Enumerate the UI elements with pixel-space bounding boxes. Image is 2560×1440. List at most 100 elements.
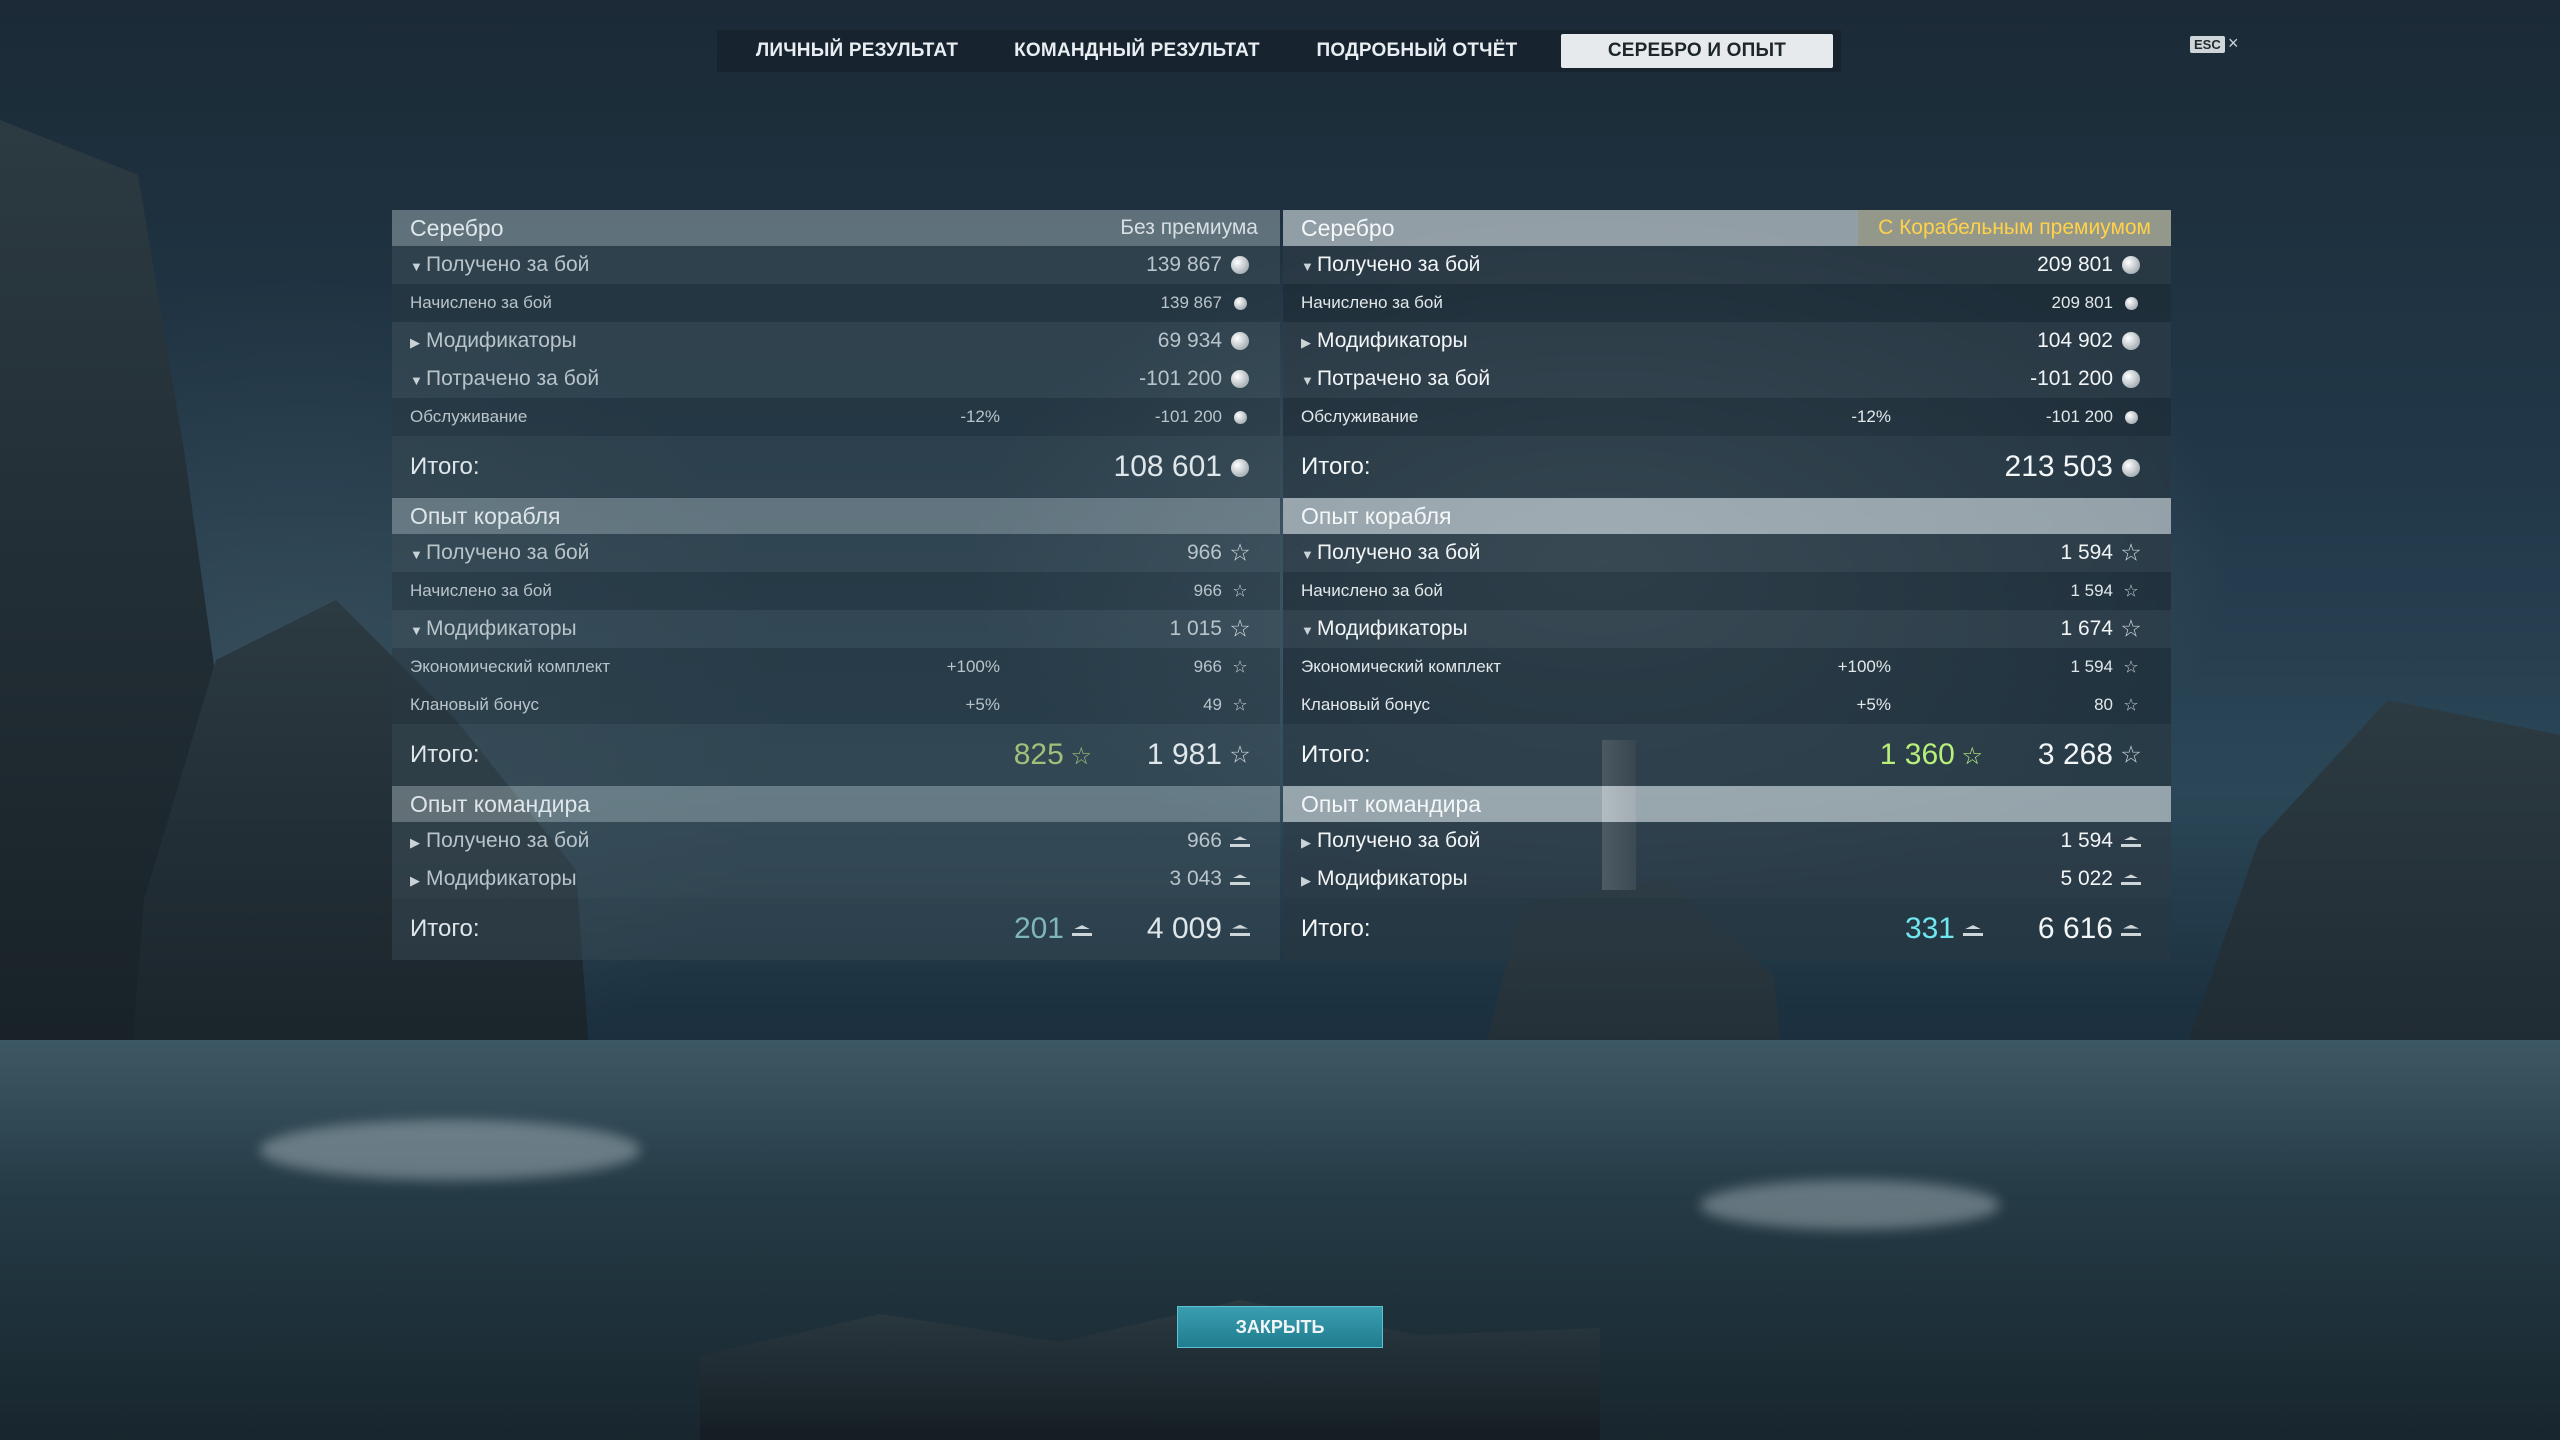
row-silver-total: Итого: 213 503 [1283,436,2171,498]
row-cmdrxp-received[interactable]: ▶ Получено за бой 966 [392,822,1280,860]
commander-cap-icon [1226,822,1254,860]
row-cmdrxp-received[interactable]: ▶ Получено за бой 1 594 [1283,822,2171,860]
total-label: Итого: [410,453,480,480]
silver-coin-icon [1226,436,1254,498]
row-silver-modifiers[interactable]: ▶ Модификаторы 104 902 [1283,322,2171,360]
silver-coin-icon [2117,284,2145,322]
row-shipxp-total: Итого: 825 ☆ 1 981 ☆ [392,724,1280,786]
row-label: Модификаторы [426,329,577,352]
chevron-down-icon: ▼ [1301,373,1314,388]
foam [1700,1180,2000,1230]
section-title: Опыт корабля [1301,503,1452,529]
star-icon: ☆ [1229,539,1251,567]
silver-coin-icon [2117,436,2145,498]
total-value: 3 268 [2037,738,2113,771]
section-title: Опыт командира [1301,791,1482,817]
tab-silver-and-xp[interactable]: СЕРЕБРО И ОПЫТ [1561,34,1833,68]
row-percent: +100% [1837,657,1891,676]
row-value: 5 022 [2060,867,2113,890]
section-header-ship-xp: Опыт корабля [1283,498,2171,534]
chevron-right-icon: ▶ [1301,335,1311,350]
free-xp-star-icon: ☆ [1954,743,1983,770]
row-value: 1 594 [2060,541,2113,564]
row-shipxp-modifiers[interactable]: ▼ Модификаторы 1 015 ☆ [392,610,1280,648]
tab-personal-result[interactable]: ЛИЧНЫЙ РЕЗУЛЬТАТ [717,30,997,72]
close-button[interactable]: ЗАКРЫТЬ [1177,1306,1383,1348]
chevron-right-icon: ▶ [1301,835,1311,850]
silver-coin-icon [1226,398,1254,436]
row-value: 1 594 [2070,581,2113,600]
star-icon: ☆ [1232,581,1248,601]
row-cmdrxp-modifiers[interactable]: ▶ Модификаторы 3 043 [392,860,1280,898]
row-shipxp-received[interactable]: ▼ Получено за бой 966 ☆ [392,534,1280,572]
elite-xp-cap-icon [1963,923,1983,937]
row-percent: +5% [1856,695,1892,714]
row-shipxp-received[interactable]: ▼ Получено за бой 1 594 ☆ [1283,534,2171,572]
total-label: Итого: [410,915,480,942]
row-silver-accrued: Начислено за бой 139 867 [392,284,1280,322]
esc-key-badge[interactable]: ESC [2190,36,2225,53]
section-title: Опыт командира [410,791,591,817]
section-title: Серебро [410,215,504,241]
premium-note: С Корабельным премиумом [1858,210,2171,246]
row-label: Модификаторы [1317,329,1468,352]
row-silver-spent[interactable]: ▼ Потрачено за бой -101 200 [392,360,1280,398]
row-cmdrxp-total: Итого: 331 6 616 [1283,898,2171,960]
free-xp-star-icon: ☆ [1063,743,1092,770]
row-label: Обслуживание [1301,407,1419,426]
chevron-down-icon: ▼ [410,547,423,562]
silver-coin-icon [1226,284,1254,322]
row-shipxp-eco: Экономический комплект +100% 1 594 ☆ [1283,648,2171,686]
section-title: Серебро [1301,215,1395,241]
row-value: 1 594 [2070,657,2113,676]
row-silver-modifiers[interactable]: ▶ Модификаторы 69 934 [392,322,1280,360]
total-value: 1 981 [1146,738,1222,771]
row-label: Модификаторы [426,867,577,890]
total-label: Итого: [410,741,480,768]
chevron-down-icon: ▼ [1301,259,1314,274]
total-label: Итого: [1301,741,1371,768]
free-xp-value: 825 ☆ [1013,738,1092,771]
chevron-right-icon: ▶ [410,335,420,350]
commander-cap-icon [2117,898,2145,960]
total-label: Итого: [1301,915,1371,942]
section-header-commander-xp: Опыт командира [1283,786,2171,822]
row-label: Модификаторы [1317,617,1468,640]
row-cmdrxp-modifiers[interactable]: ▶ Модификаторы 5 022 [1283,860,2171,898]
row-silver-received[interactable]: ▼ Получено за бой 139 867 [392,246,1280,284]
chevron-down-icon: ▼ [410,373,423,388]
row-percent: +5% [965,695,1001,714]
silver-coin-icon [2117,398,2145,436]
row-label: Экономический комплект [1301,657,1502,676]
close-icon[interactable]: × [2228,33,2239,54]
row-label: Обслуживание [410,407,528,426]
row-label: Получено за бой [426,541,590,564]
row-shipxp-modifiers[interactable]: ▼ Модификаторы 1 674 ☆ [1283,610,2171,648]
star-icon: ☆ [2123,695,2139,715]
commander-cap-icon [2117,822,2145,860]
total-value: 213 503 [2004,450,2113,483]
star-icon: ☆ [2123,657,2139,677]
row-label: Модификаторы [426,617,577,640]
row-value: 1 594 [2060,829,2113,852]
row-label: Получено за бой [1317,253,1481,276]
row-label: Потрачено за бой [1317,367,1491,390]
row-silver-spent[interactable]: ▼ Потрачено за бой -101 200 [1283,360,2171,398]
tab-team-result[interactable]: КОМАНДНЫЙ РЕЗУЛЬТАТ [997,30,1277,72]
right-cliff [2130,700,2560,1400]
row-silver-received[interactable]: ▼ Получено за бой 209 801 [1283,246,2171,284]
commander-cap-icon [2117,860,2145,898]
chevron-down-icon: ▼ [1301,547,1314,562]
star-icon: ☆ [2120,615,2142,643]
row-value: 1 674 [2060,617,2113,640]
background-scenery [0,0,2560,1440]
chevron-down-icon: ▼ [410,259,423,274]
chevron-right-icon: ▶ [410,835,420,850]
chevron-right-icon: ▶ [1301,873,1311,888]
row-shipxp-total: Итого: 1 360 ☆ 3 268 ☆ [1283,724,2171,786]
row-percent: -12% [1851,407,1891,426]
tab-detailed-report[interactable]: ПОДРОБНЫЙ ОТЧЁТ [1277,30,1557,72]
chevron-down-icon: ▼ [410,623,423,638]
row-silver-service: Обслуживание -12% -101 200 [1283,398,2171,436]
panel-with-premium: Серебро С Корабельным премиумом ▼ Получен… [1283,210,2171,960]
